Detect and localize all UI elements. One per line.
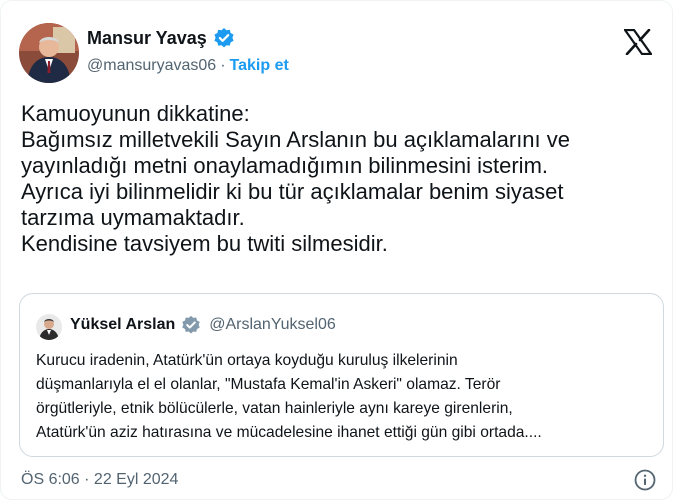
quoted-verified-badge-icon bbox=[181, 315, 201, 335]
quoted-line: örgütleriyle, etnik bölücülerle, vatan h… bbox=[36, 400, 513, 417]
tweet-line: tarzıma uymamaktadır. bbox=[21, 205, 245, 230]
tweet-text: Kamuoyunun dikkatine: Bağımsız milletvek… bbox=[21, 101, 661, 257]
quoted-author-avatar[interactable] bbox=[36, 314, 62, 340]
verified-badge-icon bbox=[213, 27, 235, 49]
quoted-line: Kurucu iradenin, Atatürk'ün ortaya koydu… bbox=[36, 352, 458, 369]
x-logo-icon[interactable] bbox=[622, 28, 654, 56]
quoted-tweet-text: Kurucu iradenin, Atatürk'ün ortaya koydu… bbox=[36, 349, 661, 445]
tweet-line: Ayrıca iyi bilinmelidir ki bu tür açıkla… bbox=[21, 179, 564, 204]
author-name[interactable]: Mansur Yavaş bbox=[87, 28, 207, 49]
tweet-card: Mansur Yavaş @mansuryavas06 · Takip et K… bbox=[0, 0, 673, 500]
separator-dot: · bbox=[220, 57, 226, 74]
tweet-line: Bağımsız milletvekili Sayın Arslanın bu … bbox=[21, 127, 571, 152]
quoted-tweet[interactable]: Yüksel Arslan @ArslanYuksel06 Kurucu ira… bbox=[19, 293, 664, 457]
quoted-line: düşmanlarıyla el el olanlar, "Mustafa Ke… bbox=[36, 376, 501, 393]
tweet-timestamp[interactable]: ÖS 6:06 · 22 Eyl 2024 bbox=[21, 471, 178, 489]
info-icon[interactable] bbox=[634, 469, 656, 491]
tweet-line: Kendisine tavsiyem bu twiti silmesidir. bbox=[21, 231, 388, 256]
author-handle[interactable]: @mansuryavas06 bbox=[87, 57, 216, 75]
quoted-line: Atatürk'ün aziz hatırasına ve mücadelesi… bbox=[36, 424, 542, 441]
quoted-author-handle[interactable]: @ArslanYuksel06 bbox=[209, 316, 336, 334]
quoted-author-name[interactable]: Yüksel Arslan bbox=[70, 316, 175, 334]
follow-button[interactable]: Takip et bbox=[230, 57, 289, 75]
tweet-line: Kamuoyunun dikkatine: bbox=[21, 101, 250, 126]
author-avatar[interactable] bbox=[19, 23, 79, 83]
tweet-line: yayınladığı metni onaylamadığımın bilinm… bbox=[21, 153, 549, 178]
